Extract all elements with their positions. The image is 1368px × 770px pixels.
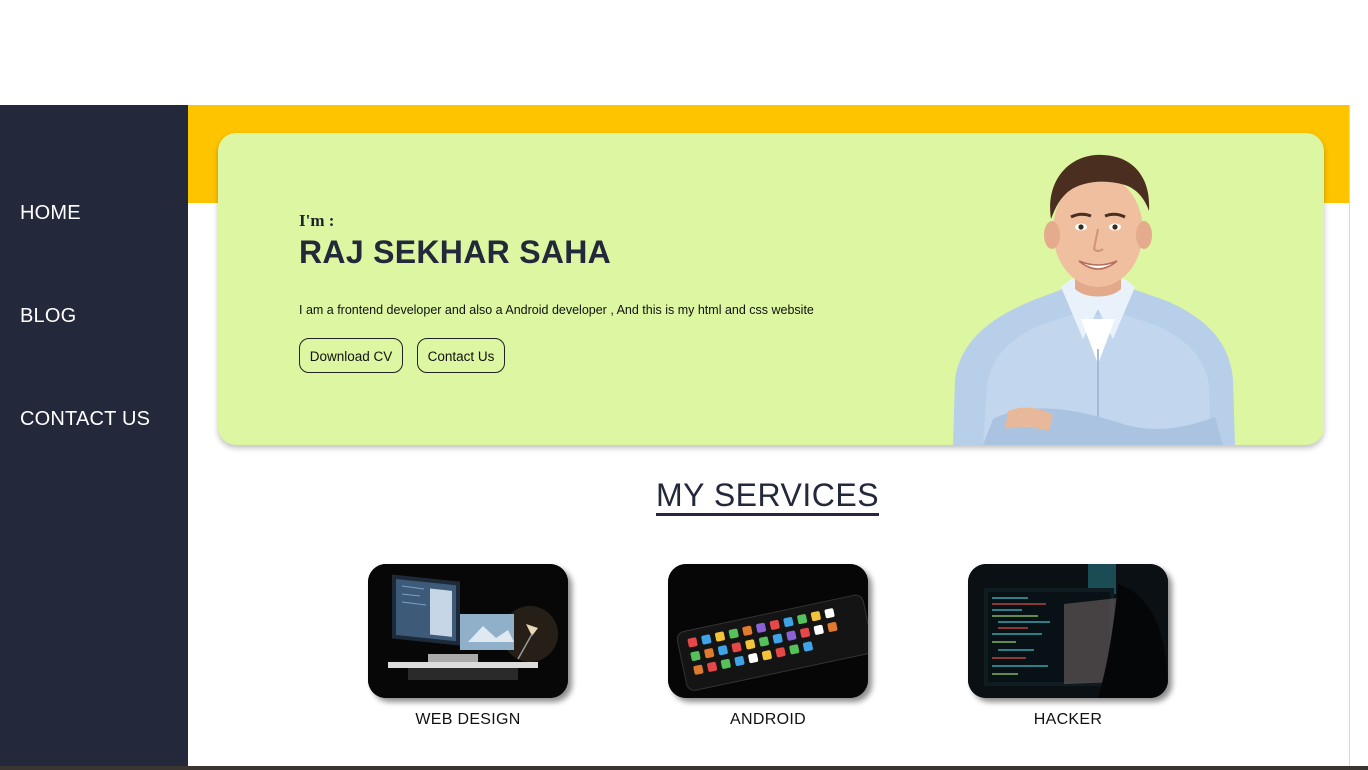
nav-item-contact-us[interactable]: CONTACT US	[20, 408, 150, 431]
services-title: MY SERVICES	[656, 477, 880, 516]
hero-card: I'm : RAJ SEKHAR SAHA I am a frontend de…	[218, 133, 1324, 445]
hacker-image[interactable]	[968, 564, 1168, 698]
android-image[interactable]	[668, 564, 868, 698]
sidebar: HOME BLOG CONTACT US	[0, 105, 188, 766]
service-card-hacker[interactable]: HACKER	[968, 564, 1168, 729]
contact-us-button[interactable]: Contact Us	[417, 338, 505, 373]
profile-photo	[953, 154, 1235, 445]
nav-item-blog[interactable]: BLOG	[20, 305, 76, 328]
hero-name: RAJ SEKHAR SAHA	[299, 234, 612, 270]
nav-item-home[interactable]: HOME	[20, 202, 81, 225]
main-content: I'm : RAJ SEKHAR SAHA I am a frontend de…	[188, 105, 1350, 766]
service-card-android[interactable]: ANDROID	[668, 564, 868, 729]
service-card-web-design[interactable]: WEB DESIGN	[368, 564, 568, 729]
web-design-image[interactable]	[368, 564, 568, 698]
service-label-web-design: WEB DESIGN	[415, 711, 521, 728]
page-edge	[1349, 105, 1350, 766]
page: HOME BLOG CONTACT US I'm : RAJ SEKHAR SA…	[0, 0, 1368, 770]
bottom-border	[0, 766, 1368, 770]
hero-description: I am a frontend developer and also a And…	[299, 303, 814, 317]
download-cv-button[interactable]: Download CV	[299, 338, 403, 373]
hero-intro: I'm :	[299, 211, 335, 230]
service-label-android: ANDROID	[730, 711, 806, 728]
service-label-hacker: HACKER	[1033, 711, 1103, 728]
